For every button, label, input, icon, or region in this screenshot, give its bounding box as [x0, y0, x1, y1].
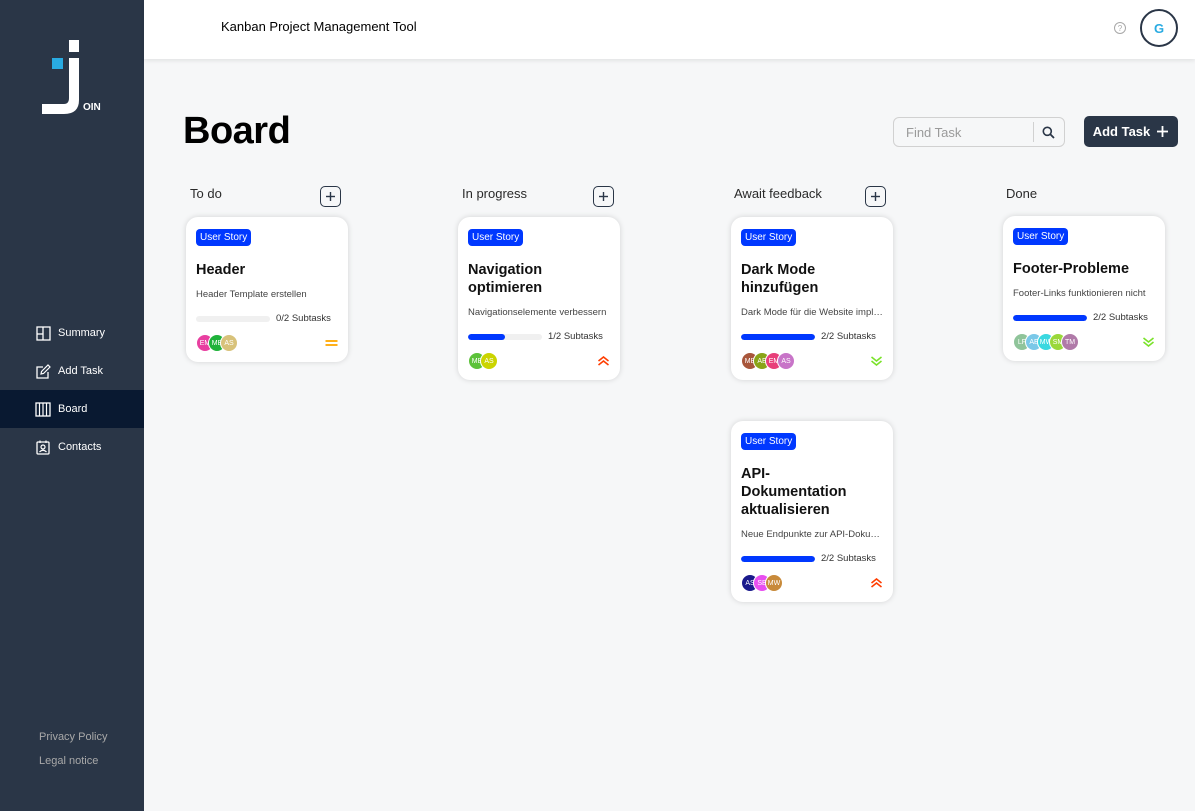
task-description: Footer-Links funktionieren nicht [1013, 288, 1146, 299]
progress-bar [741, 333, 815, 340]
top-bar: Kanban Project Management Tool ? G [144, 0, 1195, 59]
sidebar: OIN Summary Add Task Board Contacts Priv… [0, 0, 144, 811]
sidebar-nav: Summary Add Task Board Contacts [0, 314, 144, 466]
join-logo[interactable]: OIN [40, 38, 110, 118]
assignee-avatar: AS [777, 352, 795, 370]
privacy-policy-link[interactable]: Privacy Policy [39, 731, 107, 743]
column-title: Done [1006, 186, 1038, 201]
task-card[interactable]: User Story Header Header Template erstel… [186, 217, 348, 362]
subtask-progress: 2/2 Subtasks [741, 553, 883, 564]
task-title: Header [196, 262, 246, 278]
search-input[interactable] [894, 118, 1033, 146]
task-title: Dark Mode hinzufügen [741, 262, 819, 296]
task-description: Header Template erstellen [196, 289, 307, 300]
category-badge: User Story [196, 229, 252, 246]
assignee-avatar: MW [765, 574, 783, 592]
task-description: Navigationselemente verbessern [468, 307, 607, 318]
sidebar-item-board[interactable]: Board [0, 390, 144, 428]
column-add-button[interactable] [865, 186, 886, 207]
progress-bar [741, 555, 815, 562]
assignee-avatars: MB AS [468, 352, 498, 370]
plus-icon [599, 192, 608, 201]
progress-fill [468, 333, 505, 340]
sidebar-item-label: Summary [58, 327, 106, 339]
task-title: Navigation optimieren [468, 262, 543, 296]
subtask-progress: 2/2 Subtasks [1013, 312, 1155, 323]
assignee-avatar: TM [1061, 333, 1079, 351]
subtask-progress: 2/2 Subtasks [741, 331, 883, 342]
subtask-count: 2/2 Subtasks [821, 553, 876, 564]
column-title: Await feedback [734, 186, 822, 201]
task-title: Footer-Probleme [1013, 261, 1130, 277]
task-card[interactable]: User Story Navigation optimieren Navigat… [458, 217, 620, 380]
sidebar-item-add-task[interactable]: Add Task [0, 352, 144, 390]
column-title: In progress [462, 186, 528, 201]
subtask-count: 1/2 Subtasks [548, 331, 603, 342]
plus-icon [871, 192, 880, 201]
column-add-button[interactable] [320, 186, 341, 207]
progress-fill [1013, 314, 1087, 321]
progress-fill [741, 555, 815, 562]
sidebar-item-summary[interactable]: Summary [0, 314, 144, 352]
logo-text: OIN [83, 102, 101, 113]
sidebar-item-contacts[interactable]: Contacts [0, 428, 144, 466]
category-badge: User Story [1013, 228, 1069, 245]
task-card[interactable]: User Story Dark Mode hinzufügen Dark Mod… [731, 217, 893, 380]
task-title: API-Dokumentation aktualisieren [741, 466, 847, 518]
subtask-count: 2/2 Subtasks [821, 331, 876, 342]
priority-low-icon [869, 354, 883, 368]
progress-bar [196, 315, 270, 322]
category-badge: User Story [741, 229, 797, 246]
category-badge: User Story [741, 433, 797, 450]
assignee-avatars: EM MB AS [196, 334, 238, 352]
contacts-icon [35, 439, 51, 455]
page-title: Board [183, 110, 291, 152]
assignee-avatars: LF AE MW SM TM [1013, 333, 1079, 351]
column-title: To do [190, 186, 222, 201]
assignee-avatar: AS [220, 334, 238, 352]
card-footer: MB AE EM AS [741, 352, 883, 370]
subtask-count: 2/2 Subtasks [1093, 312, 1148, 323]
progress-fill [741, 333, 815, 340]
category-badge: User Story [468, 229, 524, 246]
column-add-button[interactable] [593, 186, 614, 207]
sidebar-footer: Privacy Policy Legal notice [39, 731, 107, 779]
progress-bar [1013, 314, 1087, 321]
progress-bar [468, 333, 542, 340]
priority-urgent-icon [869, 576, 883, 590]
app-title: Kanban Project Management Tool [221, 19, 417, 34]
task-card[interactable]: User Story API-Dokumentation aktualisier… [731, 421, 893, 602]
add-task-label: Add Task [1092, 124, 1151, 139]
card-footer: LF AE MW SM TM [1013, 333, 1155, 351]
card-footer: EM MB AS [196, 334, 338, 352]
summary-icon [35, 325, 51, 341]
priority-medium-icon [324, 336, 338, 350]
sidebar-item-label: Add Task [58, 365, 104, 377]
legal-notice-link[interactable]: Legal notice [39, 755, 107, 767]
subtask-progress: 0/2 Subtasks [196, 313, 338, 324]
card-footer: MB AS [468, 352, 610, 370]
assignee-avatar: AS [480, 352, 498, 370]
assignee-avatars: AS SB MW [741, 574, 783, 592]
priority-low-icon [1141, 335, 1155, 349]
task-description: Neue Endpunkte zur API-Dokumentation [741, 529, 883, 540]
task-description: Dark Mode für die Website implementieren [741, 307, 883, 318]
board-icon [35, 401, 51, 417]
subtask-progress: 1/2 Subtasks [468, 331, 610, 342]
assignee-avatars: MB AE EM AS [741, 352, 795, 370]
priority-urgent-icon [596, 354, 610, 368]
add-task-icon [35, 363, 51, 379]
add-task-button[interactable]: Add Task [1084, 116, 1178, 147]
search-icon[interactable] [1034, 118, 1064, 146]
plus-icon [1157, 126, 1169, 137]
task-card[interactable]: User Story Footer-Probleme Footer-Links … [1003, 216, 1165, 361]
help-icon[interactable]: ? [1114, 22, 1126, 34]
card-footer: AS SB MW [741, 574, 883, 592]
plus-icon [326, 192, 335, 201]
sidebar-item-label: Contacts [58, 441, 102, 453]
sidebar-item-label: Board [58, 403, 88, 415]
subtask-count: 0/2 Subtasks [276, 313, 331, 324]
user-avatar-button[interactable]: G [1140, 9, 1178, 47]
search-box [893, 117, 1065, 147]
